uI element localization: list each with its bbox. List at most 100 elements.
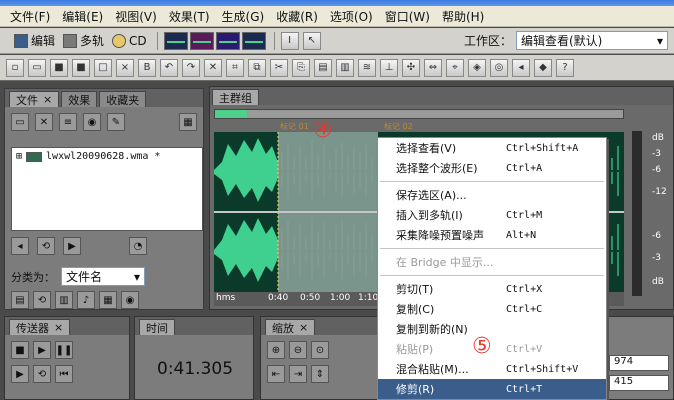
- speaker-icon[interactable]: ◂: [11, 237, 29, 255]
- workspace-select[interactable]: 编辑查看(默认) ▾: [516, 31, 668, 50]
- new-file-icon[interactable]: ▫: [6, 58, 24, 77]
- snap-icon[interactable]: ⌖: [446, 58, 464, 77]
- context-menu-item[interactable]: 选择查看(V) Ctrl+Shift+A: [378, 138, 606, 158]
- spectral-display-button[interactable]: [189, 31, 214, 50]
- menu-view[interactable]: 视图(V): [109, 6, 163, 27]
- context-menu-item[interactable]: 选择整个波形(E) Ctrl+A: [378, 158, 606, 178]
- menu-effects[interactable]: 效果(T): [163, 6, 216, 27]
- bridge-icon[interactable]: B: [138, 58, 156, 77]
- tab-time[interactable]: 时间: [139, 319, 175, 335]
- edit-file-icon[interactable]: ✎: [107, 113, 125, 131]
- menu-help[interactable]: 帮助(H): [436, 6, 490, 27]
- copy-new-icon[interactable]: ⧉: [248, 58, 266, 77]
- marker-2-label[interactable]: 标记 02: [384, 121, 413, 132]
- loop-play-icon[interactable]: ⟲: [33, 365, 51, 383]
- zoom-right-icon[interactable]: ⇥: [289, 365, 307, 383]
- cut-icon[interactable]: ✂: [270, 58, 288, 77]
- stop-icon[interactable]: ■: [11, 341, 29, 359]
- menu-edit[interactable]: 编辑(E): [56, 6, 109, 27]
- filter-midi-icon[interactable]: ♪: [77, 291, 95, 309]
- menu-window[interactable]: 窗口(W): [379, 6, 436, 27]
- tab-main-group[interactable]: 主群组: [212, 89, 259, 105]
- edit-view-button[interactable]: 编辑: [10, 31, 59, 51]
- filter-wave-icon[interactable]: ▥: [55, 291, 73, 309]
- pause-icon[interactable]: ❚❚: [55, 341, 73, 359]
- zoom-in-icon[interactable]: ⊕: [267, 341, 285, 359]
- phase-display-button[interactable]: [241, 31, 266, 50]
- loop-icon[interactable]: ◎: [490, 58, 508, 77]
- context-menu-item[interactable]: 复制到新的(N): [378, 319, 606, 339]
- paste-icon[interactable]: ▤: [314, 58, 332, 77]
- context-menu-item[interactable]: 混合粘贴(M)... Ctrl+Shift+V: [378, 359, 606, 379]
- context-menu-item[interactable]: 保存选区(A)...: [378, 185, 606, 205]
- context-menu-item[interactable]: 修剪(R) Ctrl+T: [378, 379, 606, 399]
- close-icon[interactable]: ×: [54, 321, 63, 334]
- menu-file[interactable]: 文件(F): [4, 6, 56, 27]
- time-selection-tool[interactable]: I: [280, 31, 299, 50]
- filter-video-icon[interactable]: ▦: [99, 291, 117, 309]
- close-icon[interactable]: ×: [43, 93, 52, 106]
- menu-options[interactable]: 选项(O): [324, 6, 379, 27]
- filter-loop-icon[interactable]: ⟲: [33, 291, 51, 309]
- menu-favorites[interactable]: 收藏(R): [270, 6, 324, 27]
- context-menu-item[interactable]: 复制(C) Ctrl+C: [378, 299, 606, 319]
- tab-transport[interactable]: 传送器 ×: [9, 319, 71, 335]
- delete-icon[interactable]: ✕: [204, 58, 222, 77]
- play-to-end-icon[interactable]: ▶: [11, 365, 29, 383]
- expand-icon[interactable]: ⊞: [16, 151, 22, 162]
- zoom-full-icon[interactable]: ⊙: [311, 341, 329, 359]
- selection-start-field[interactable]: 974: [609, 355, 669, 371]
- marker-1-label[interactable]: 标记 01: [280, 121, 309, 132]
- overview-range[interactable]: [215, 110, 247, 118]
- play-icon[interactable]: ▶: [63, 237, 81, 255]
- redo-icon[interactable]: ↷: [182, 58, 200, 77]
- context-menu-item[interactable]: 插入到多轨(I) Ctrl+M: [378, 205, 606, 225]
- trim-icon[interactable]: ⊥: [380, 58, 398, 77]
- zoom-out-icon[interactable]: ⊖: [289, 341, 307, 359]
- open-folder-icon[interactable]: ▭: [28, 58, 46, 77]
- zoom-left-icon[interactable]: ⇤: [267, 365, 285, 383]
- play-icon[interactable]: ▶: [33, 341, 51, 359]
- insert-cd-icon[interactable]: ◉: [83, 113, 101, 131]
- marker-icon[interactable]: ◈: [468, 58, 486, 77]
- copy-icon[interactable]: ⎘: [292, 58, 310, 77]
- context-menu-item[interactable]: 剪切(T) Ctrl+X: [378, 279, 606, 299]
- help-icon[interactable]: ?: [556, 58, 574, 77]
- close-file-icon[interactable]: ✕: [35, 113, 53, 131]
- undo-icon[interactable]: ↶: [160, 58, 178, 77]
- close-icon[interactable]: ×: [299, 321, 308, 334]
- close-icon[interactable]: ×: [116, 58, 134, 77]
- view-options-icon[interactable]: ▦: [179, 113, 197, 131]
- pan-display-button[interactable]: [215, 31, 240, 50]
- zoom-vertical-icon[interactable]: ⇕: [311, 365, 329, 383]
- speaker-icon[interactable]: ◂: [512, 58, 530, 77]
- open-file-icon[interactable]: ▭: [11, 113, 29, 131]
- cd-view-button[interactable]: CD: [108, 31, 151, 51]
- menu-generate[interactable]: 生成(G): [216, 6, 271, 27]
- crop-icon[interactable]: ⌗: [226, 58, 244, 77]
- tab-favorites[interactable]: 收藏夹: [99, 91, 147, 107]
- paste-new-icon[interactable]: ▥: [336, 58, 354, 77]
- save-all-icon[interactable]: ■: [72, 58, 90, 77]
- list-item[interactable]: ⊞ lwxwl20090628.wma *: [12, 148, 202, 165]
- volume-icon[interactable]: ◔: [129, 237, 147, 255]
- overview-bar[interactable]: [214, 109, 624, 119]
- zoom-fit-icon[interactable]: ✣: [402, 58, 420, 77]
- mix-paste-icon[interactable]: ≋: [358, 58, 376, 77]
- go-start-icon[interactable]: ⏮: [55, 365, 73, 383]
- save-icon[interactable]: ■: [50, 58, 68, 77]
- loop-icon[interactable]: ⟲: [37, 237, 55, 255]
- category-select[interactable]: 文件名 ▾: [61, 267, 145, 286]
- waveform-display-button[interactable]: [163, 31, 188, 50]
- effect-icon[interactable]: ◆: [534, 58, 552, 77]
- selection-icon[interactable]: ⇔: [424, 58, 442, 77]
- selection-end-field[interactable]: 415: [609, 375, 669, 391]
- multitrack-view-button[interactable]: 多轨: [59, 31, 108, 51]
- tab-zoom[interactable]: 缩放 ×: [265, 319, 316, 335]
- insert-multitrack-icon[interactable]: ≡: [59, 113, 77, 131]
- tab-files[interactable]: 文件 ×: [9, 91, 60, 107]
- tab-effects[interactable]: 效果: [61, 91, 98, 107]
- filter-all-icon[interactable]: ▤: [11, 291, 29, 309]
- filter-cd-icon[interactable]: ◉: [121, 291, 139, 309]
- save-as-icon[interactable]: □: [94, 58, 112, 77]
